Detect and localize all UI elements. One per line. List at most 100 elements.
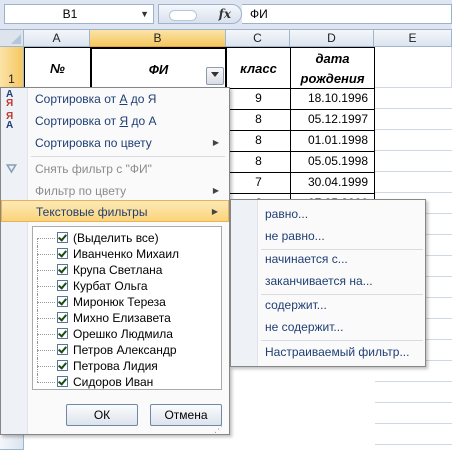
- formula-input[interactable]: ФИ: [242, 4, 452, 24]
- formula-value: ФИ: [250, 7, 268, 21]
- submenu-arrow-icon: ▶: [212, 186, 219, 195]
- tree-branch: [37, 318, 55, 319]
- cell-klass[interactable]: 7: [226, 172, 291, 194]
- cell-a1[interactable]: №: [24, 47, 91, 89]
- submenu-arrow-icon: ▶: [211, 207, 218, 216]
- cell-birth-date[interactable]: 18.10.1996: [290, 88, 375, 110]
- cell-birth-date[interactable]: 01.01.1998: [290, 130, 375, 152]
- tree-branch: [37, 254, 55, 255]
- cell-d1-line2: рождения: [300, 71, 365, 86]
- sort-descending-item[interactable]: ЯА Сортировка от Я до А: [1, 110, 229, 132]
- checkbox-checked-icon[interactable]: [57, 376, 68, 387]
- cell-e1[interactable]: [375, 47, 452, 88]
- tree-branch: [37, 238, 55, 239]
- filter-value-label: Орешко Людмила: [73, 327, 173, 341]
- column-header-b[interactable]: B: [90, 30, 226, 47]
- filter-value-item[interactable]: Крупа Светлана: [37, 262, 219, 278]
- checkbox-checked-icon[interactable]: [57, 360, 68, 371]
- cell-birth-date[interactable]: 05.12.1997: [290, 109, 375, 131]
- cell-klass[interactable]: 8: [226, 109, 291, 131]
- clear-filter-icon: ⛛: [6, 161, 17, 176]
- filter-dropdown-button[interactable]: [206, 67, 224, 85]
- checkbox-checked-icon[interactable]: [57, 264, 68, 275]
- sort-descending-icon: ЯА: [6, 111, 14, 131]
- formula-buttons: fx: [158, 4, 242, 24]
- filter-contains-item[interactable]: содержит...: [265, 294, 327, 316]
- expand-handle-icon[interactable]: [169, 10, 197, 21]
- chevron-down-icon[interactable]: ▼: [140, 9, 149, 19]
- sort-asc-label: Сортировка от: [35, 92, 120, 106]
- checkbox-checked-icon[interactable]: [57, 232, 68, 243]
- filter-not-equals-item[interactable]: не равно...: [265, 225, 325, 247]
- cell-klass[interactable]: 9: [226, 88, 291, 110]
- text-filters-label: Текстовые фильтры: [36, 205, 148, 219]
- cell-birth-date[interactable]: 05.05.1998: [290, 151, 375, 173]
- clear-filter-item[interactable]: ⛛ Снять фильтр с "ФИ": [1, 158, 229, 180]
- dropdown-arrow-icon: [211, 72, 219, 77]
- filter-value-label: Иванченко Михаил: [73, 247, 180, 261]
- filter-value-item[interactable]: Петрова Лидия: [37, 358, 219, 374]
- submenu-arrow-icon: ▶: [212, 138, 219, 147]
- tree-branch: [37, 270, 55, 271]
- submenu-gutter: [231, 200, 258, 366]
- select-all-corner[interactable]: [0, 30, 24, 47]
- filter-by-color-label: Фильтр по цвету: [35, 184, 127, 198]
- checkbox-checked-icon[interactable]: [57, 296, 68, 307]
- filter-value-item[interactable]: Миронюк Тереза: [37, 294, 219, 310]
- checkbox-checked-icon[interactable]: [57, 328, 68, 339]
- filter-value-item[interactable]: Иванченко Михаил: [37, 246, 219, 262]
- filter-value-label: Миронюк Тереза: [73, 295, 166, 309]
- resize-grip-icon[interactable]: ⋰: [214, 424, 226, 434]
- checkbox-checked-icon[interactable]: [57, 312, 68, 323]
- cell-b1-text: ФИ: [148, 62, 169, 77]
- filter-value-item[interactable]: Орешко Людмила: [37, 326, 219, 342]
- sort-ascending-item[interactable]: АЯ Сортировка от А до Я: [1, 88, 229, 110]
- filter-value-item[interactable]: Михно Елизавета: [37, 310, 219, 326]
- menu-separator: [31, 156, 225, 157]
- sort-ascending-icon: АЯ: [6, 89, 14, 109]
- filter-value-label: Сидоров Иван: [73, 375, 154, 389]
- sort-by-color-item[interactable]: Сортировка по цвету ▶: [1, 132, 229, 154]
- checkbox-checked-icon[interactable]: [57, 344, 68, 355]
- cell-klass[interactable]: 8: [226, 130, 291, 152]
- name-box[interactable]: B1 ▼: [4, 4, 154, 24]
- cell-c1[interactable]: класс: [226, 47, 291, 89]
- filter-values-list: (Выделить все) Иванченко Михаил Крупа Свет…: [32, 226, 222, 390]
- custom-filter-item[interactable]: Настраиваемый фильтр...: [265, 341, 409, 363]
- cancel-button[interactable]: Отмена: [150, 404, 222, 426]
- select-all-item[interactable]: (Выделить все): [37, 230, 219, 246]
- cell-klass[interactable]: 8: [226, 151, 291, 173]
- filter-value-label: Курбат Ольга: [73, 279, 148, 293]
- column-header-d[interactable]: D: [290, 30, 374, 47]
- tree-branch: [37, 350, 55, 351]
- cell-birth-date[interactable]: 30.04.1999: [290, 172, 375, 194]
- filter-not-contains-item[interactable]: не содержит...: [265, 316, 343, 338]
- ok-button[interactable]: ОК: [66, 404, 138, 426]
- filter-ends-with-item[interactable]: заканчивается на...: [265, 270, 373, 292]
- tree-branch: [37, 366, 55, 367]
- tree-branch: [37, 382, 55, 383]
- filter-value-item[interactable]: Курбат Ольга: [37, 278, 219, 294]
- tree-branch: [37, 334, 55, 335]
- fx-icon[interactable]: fx: [219, 7, 231, 21]
- cell-d1[interactable]: дата рождения: [290, 47, 375, 89]
- filter-by-color-item[interactable]: Фильтр по цвету ▶: [1, 180, 229, 202]
- text-filters-submenu: равно... не равно... начинается с... зак…: [230, 199, 426, 367]
- checkbox-checked-icon[interactable]: [57, 248, 68, 259]
- tree-line: [37, 374, 46, 382]
- filter-value-item[interactable]: Петров Александр: [37, 342, 219, 358]
- sort-desc-label: Сортировка от: [35, 114, 120, 128]
- filter-value-label: Петров Александр: [73, 343, 177, 357]
- column-header-a[interactable]: A: [24, 30, 90, 47]
- filter-equals-item[interactable]: равно...: [265, 203, 308, 225]
- column-header-e[interactable]: E: [374, 30, 452, 47]
- tree-branch: [37, 302, 55, 303]
- name-box-value: B1: [62, 7, 78, 21]
- checkbox-checked-icon[interactable]: [57, 280, 68, 291]
- column-header-c[interactable]: C: [226, 30, 290, 47]
- text-filters-item[interactable]: Текстовые фильтры ▶: [1, 200, 229, 222]
- filter-begins-with-item[interactable]: начинается с...: [265, 248, 348, 270]
- cell-d1-line1: дата: [315, 51, 350, 66]
- row-header-1[interactable]: 1: [0, 47, 24, 88]
- filter-value-item[interactable]: Сидоров Иван: [37, 374, 219, 389]
